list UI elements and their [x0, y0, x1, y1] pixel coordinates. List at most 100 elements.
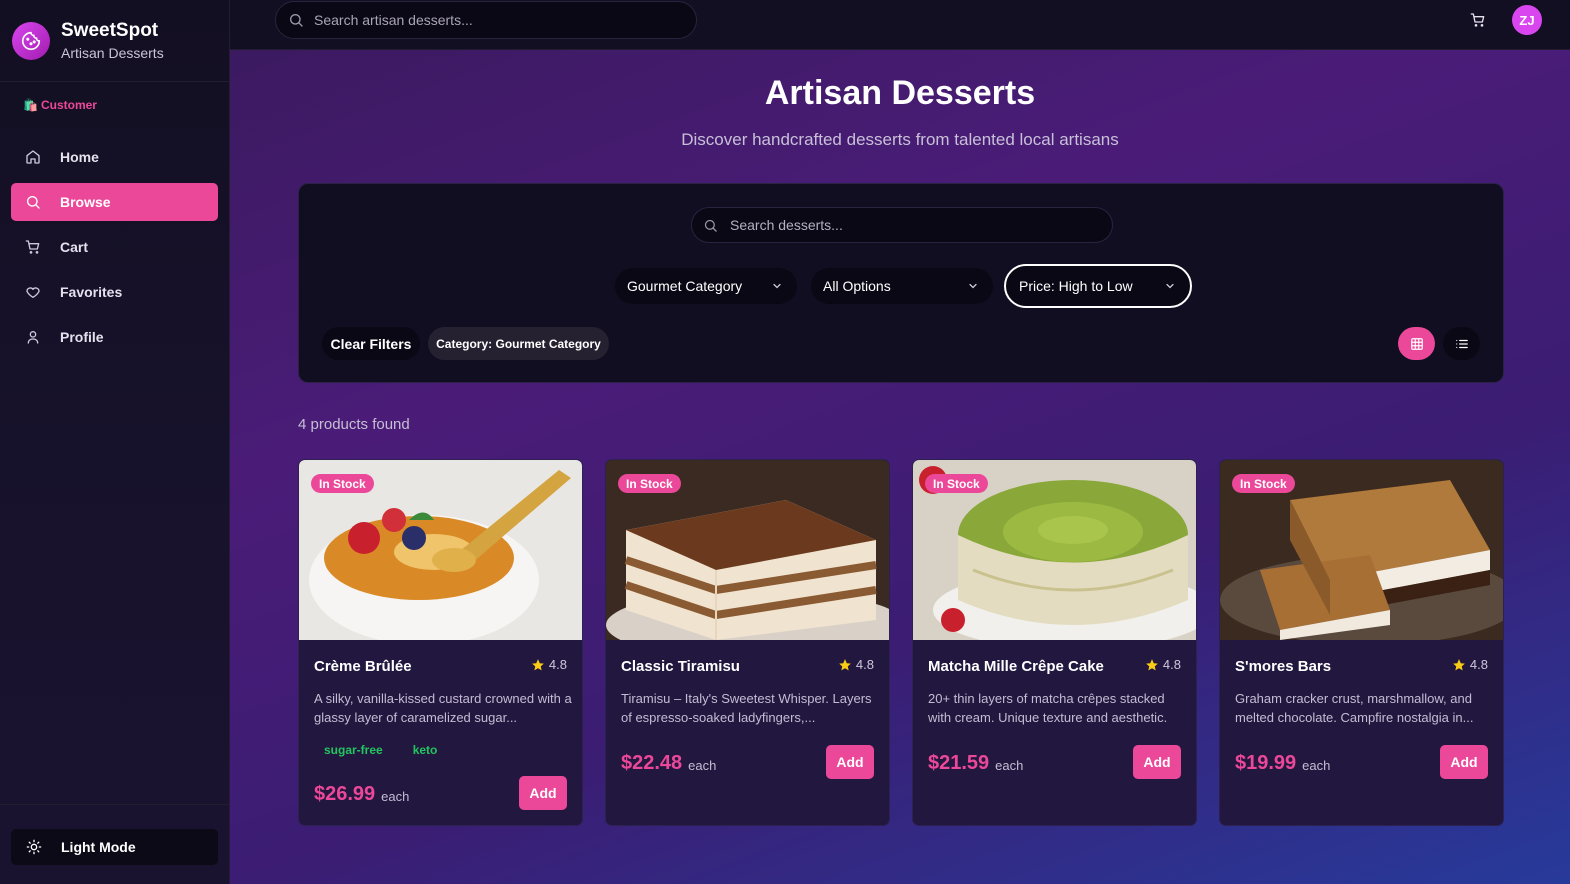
- product-name: Classic Tiramisu: [621, 658, 740, 675]
- top-search-input[interactable]: [314, 12, 674, 28]
- sidebar: SweetSpot Artisan Desserts 🛍️ Customer H…: [0, 0, 230, 884]
- chevron-down-icon: [969, 283, 977, 289]
- sun-icon: [26, 839, 42, 855]
- page-subtitle: Discover handcrafted desserts from talen…: [681, 130, 1119, 149]
- cookie-logo-icon: [12, 21, 50, 60]
- price-unit: each: [1302, 758, 1331, 773]
- product-rating: 4.8: [531, 657, 567, 672]
- sidebar-item-label: Cart: [60, 239, 89, 255]
- cart-icon[interactable]: [1470, 12, 1486, 28]
- product-price: $26.99: [314, 783, 376, 805]
- brand-name: SweetSpot: [61, 20, 159, 41]
- sidebar-footer: Light Mode: [0, 804, 229, 884]
- page-title: Artisan Desserts: [764, 74, 1036, 112]
- rating-value: 4.8: [548, 657, 567, 672]
- sidebar-item-label: Browse: [60, 194, 111, 210]
- rating-value: 4.8: [1469, 657, 1488, 672]
- rating-value: 4.8: [1162, 657, 1181, 672]
- product-card[interactable]: In Stock S'mores Bars 4.8 Graham cracker…: [1219, 459, 1504, 826]
- sidebar-item-label: Favorites: [60, 284, 123, 300]
- sidebar-item-browse[interactable]: Browse: [11, 183, 218, 221]
- stock-badge: In Stock: [618, 474, 681, 493]
- sidebar-item-favorites[interactable]: Favorites: [11, 273, 218, 311]
- price-unit: each: [995, 758, 1024, 773]
- star-icon: [532, 658, 544, 670]
- sort-select-value: Price: High to Low: [1019, 278, 1133, 294]
- category-select[interactable]: Gourmet Category: [615, 268, 797, 304]
- sort-select[interactable]: Price: High to Low: [1004, 264, 1192, 308]
- product-rating: 4.8: [1145, 657, 1181, 672]
- sidebar-item-label: Profile: [60, 329, 104, 345]
- stock-badge: In Stock: [925, 474, 988, 493]
- stock-badge: In Stock: [311, 474, 374, 493]
- brand: SweetSpot Artisan Desserts: [0, 0, 229, 82]
- add-to-cart-button[interactable]: Add: [519, 776, 567, 810]
- product-card[interactable]: In Stock Matcha Mille Crêpe Cake 4.8 20+…: [912, 459, 1197, 826]
- results-count: 4 products found: [298, 416, 410, 433]
- search-icon: [27, 196, 40, 209]
- heart-icon: [26, 287, 40, 298]
- grid-icon: [1410, 337, 1423, 350]
- sidebar-item-cart[interactable]: Cart: [11, 228, 218, 266]
- light-mode-label: Light Mode: [61, 839, 136, 855]
- product-image-creme-brulee: In Stock: [299, 460, 582, 640]
- options-select-value: All Options: [823, 278, 891, 294]
- category-select-value: Gourmet Category: [627, 278, 743, 294]
- add-to-cart-button[interactable]: Add: [1440, 745, 1488, 779]
- product-card[interactable]: In Stock Classic Tiramisu 4.8 Tiramisu –…: [605, 459, 890, 826]
- star-icon: [1453, 658, 1465, 670]
- product-image-smores-bars: In Stock: [1220, 460, 1503, 640]
- product-description: A silky, vanilla-kissed custard crowned …: [314, 691, 572, 725]
- top-search-bar: [275, 1, 697, 39]
- home-icon: [26, 150, 40, 164]
- role-badge: 🛍️ Customer: [0, 98, 229, 112]
- product-tags: sugar-free keto: [314, 741, 447, 759]
- filter-panel: Gourmet Category All Options Price: High…: [298, 183, 1504, 383]
- options-select[interactable]: All Options: [811, 268, 993, 304]
- dessert-search-bar: [691, 207, 1113, 243]
- product-price: $22.48: [621, 752, 683, 774]
- sidebar-item-home[interactable]: Home: [11, 138, 218, 176]
- search-icon: [290, 14, 303, 27]
- list-icon: [1455, 339, 1468, 348]
- product-name: Crème Brûlée: [314, 658, 412, 675]
- rating-value: 4.8: [855, 657, 874, 672]
- main-content: ZJ Artisan Desserts Discover handcrafted…: [230, 0, 1570, 884]
- product-image-tiramisu: In Stock: [606, 460, 889, 640]
- product-rating: 4.8: [838, 657, 874, 672]
- product-price: $19.99: [1235, 752, 1297, 774]
- product-card[interactable]: In Stock Crème Brûlée 4.8 A silky, vanil…: [298, 459, 583, 826]
- product-description: Tiramisu – Italy's Sweetest Whisper. Lay…: [621, 691, 872, 725]
- light-mode-toggle[interactable]: Light Mode: [11, 829, 218, 865]
- star-icon: [1146, 658, 1158, 670]
- stock-badge: In Stock: [1232, 474, 1295, 493]
- add-to-cart-button[interactable]: Add: [1133, 745, 1181, 779]
- product-name: S'mores Bars: [1235, 658, 1332, 675]
- product-name: Matcha Mille Crêpe Cake: [928, 658, 1104, 675]
- brand-subtitle: Artisan Desserts: [61, 45, 164, 61]
- chevron-down-icon: [1166, 283, 1174, 289]
- product-rating: 4.8: [1452, 657, 1488, 672]
- sidebar-nav: Home Browse Cart Favorites Profile: [0, 138, 229, 356]
- search-icon: [704, 219, 717, 232]
- avatar[interactable]: ZJ: [1512, 5, 1542, 35]
- product-image-matcha-crepe-cake: In Stock: [913, 460, 1196, 640]
- top-bar: ZJ: [230, 0, 1570, 50]
- active-filter-chip[interactable]: Category: Gourmet Category: [428, 327, 609, 360]
- price-unit: each: [688, 758, 717, 773]
- chevron-down-icon: [773, 283, 781, 289]
- user-icon: [27, 331, 39, 344]
- star-icon: [839, 658, 851, 670]
- sidebar-item-profile[interactable]: Profile: [11, 318, 218, 356]
- product-description: 20+ thin layers of matcha crêpes stacked…: [928, 691, 1168, 725]
- grid-view-button[interactable]: [1398, 327, 1435, 360]
- dessert-search-input[interactable]: [730, 217, 1090, 233]
- list-view-button[interactable]: [1443, 327, 1480, 360]
- product-tag: sugar-free: [324, 743, 383, 757]
- product-tag: keto: [412, 743, 438, 757]
- role-label: Customer: [40, 98, 97, 112]
- clear-filters-button[interactable]: Clear Filters: [322, 327, 420, 360]
- product-price: $21.59: [928, 752, 990, 774]
- sidebar-item-label: Home: [60, 149, 99, 165]
- add-to-cart-button[interactable]: Add: [826, 745, 874, 779]
